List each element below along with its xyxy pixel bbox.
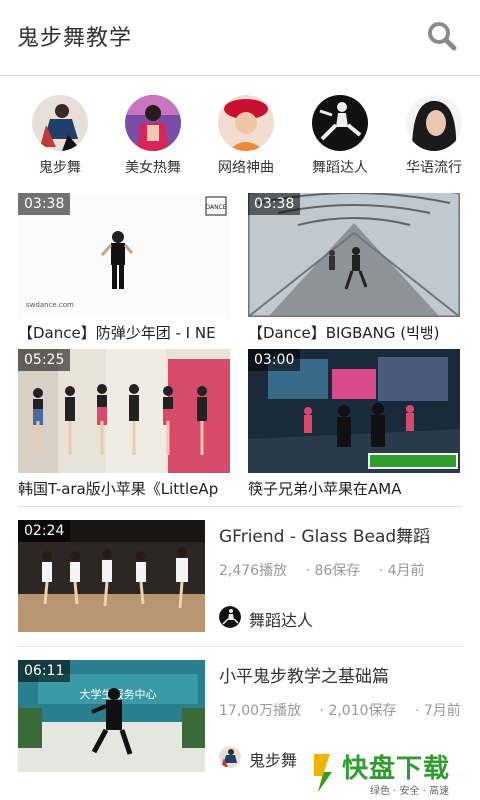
- video-title: 韩国T-ara版小苹果《LittleAp: [18, 480, 219, 498]
- play-count: 2,476播放: [219, 563, 288, 579]
- channel-avatar: [219, 746, 241, 768]
- video-row[interactable]: 02:24 GFriend - Glass Bead舞蹈 2,476播放 · 8…: [18, 520, 462, 660]
- video-thumbnail: DANCE swdance.com 03:38: [18, 193, 230, 317]
- channel-name: 鬼步舞: [249, 751, 298, 770]
- video-duration: 03:38: [248, 193, 301, 215]
- video-title: 筷子兄弟小苹果在AMA: [248, 480, 402, 498]
- category-label: 网络神曲: [218, 160, 274, 176]
- divider: [18, 646, 462, 647]
- divider: [18, 506, 462, 507]
- app-header: 鬼步舞教学: [0, 0, 480, 76]
- watermark-subtitle: 绿色 · 安全 · 高速: [370, 786, 450, 797]
- video-meta: 2,476播放 · 86保存 · 4月前: [219, 560, 439, 580]
- video-duration: 03:00: [248, 349, 301, 371]
- category-label: 舞蹈达人: [312, 160, 368, 176]
- video-thumbnail: 大学生服务中心 06:11: [18, 660, 205, 772]
- category-bar: 鬼步舞 美女热舞 网络神曲 舞蹈达人 华语流行: [0, 90, 480, 176]
- site-watermark: 快盘下载 绿色 · 安全 · 高速: [310, 748, 480, 797]
- video-title: 小平鬼步教学之基础篇: [219, 667, 389, 687]
- video-duration: 06:11: [18, 660, 71, 682]
- save-count: · 2,010保存: [319, 703, 397, 719]
- video-thumbnail: 02:24: [18, 520, 205, 632]
- category-avatar: [125, 95, 181, 151]
- category-avatar: [406, 95, 462, 151]
- category-label: 华语流行: [406, 160, 462, 176]
- category-item-guibuwu[interactable]: 鬼步舞: [14, 90, 106, 177]
- category-item-huayu[interactable]: 华语流行: [388, 90, 480, 177]
- category-label: 美女热舞: [125, 160, 181, 176]
- video-card[interactable]: DANCE swdance.com 03:38 【Dance】防弹少年团 - I…: [18, 193, 230, 343]
- category-item-meinv[interactable]: 美女热舞: [107, 90, 199, 177]
- video-meta: 17,00万播放 · 2,010保存 · 7月前: [219, 700, 475, 720]
- publish-date: · 4月前: [378, 563, 425, 579]
- video-thumbnail: 03:38: [248, 193, 460, 317]
- video-card[interactable]: 03:38 【Dance】BIGBANG (빅뱅): [248, 193, 460, 343]
- video-duration: 02:24: [18, 520, 71, 542]
- video-duration: 03:38: [18, 193, 71, 215]
- publish-date: · 7月前: [414, 703, 461, 719]
- play-count: 17,00万播放: [219, 703, 302, 719]
- save-count: · 86保存: [305, 563, 361, 579]
- category-item-wangluo[interactable]: 网络神曲: [200, 90, 292, 177]
- category-avatar: [218, 95, 274, 151]
- video-thumbnail: 05:25: [18, 349, 230, 473]
- video-title: 【Dance】防弹少年团 - I NE: [18, 324, 216, 342]
- svg-text:DANCE: DANCE: [205, 204, 226, 211]
- category-avatar: [312, 95, 368, 151]
- category-avatar: [32, 95, 88, 151]
- category-label: 鬼步舞: [39, 160, 81, 176]
- svg-text:swdance.com: swdance.com: [26, 301, 74, 309]
- video-thumbnail: 03:00: [248, 349, 460, 473]
- watermark-title: 快盘下载: [342, 754, 451, 784]
- video-card[interactable]: 05:25 韩国T-ara版小苹果《LittleAp: [18, 349, 230, 499]
- video-title: 【Dance】BIGBANG (빅뱅): [248, 324, 440, 342]
- page-title: 鬼步舞教学: [17, 26, 133, 51]
- video-card[interactable]: 03:00 筷子兄弟小苹果在AMA: [248, 349, 460, 499]
- search-icon[interactable]: [426, 20, 458, 52]
- category-item-wudao[interactable]: 舞蹈达人: [294, 90, 386, 177]
- channel-avatar: [219, 606, 241, 628]
- channel-name: 舞蹈达人: [249, 611, 314, 630]
- video-duration: 05:25: [18, 349, 71, 371]
- video-title: GFriend - Glass Bead舞蹈: [219, 527, 431, 547]
